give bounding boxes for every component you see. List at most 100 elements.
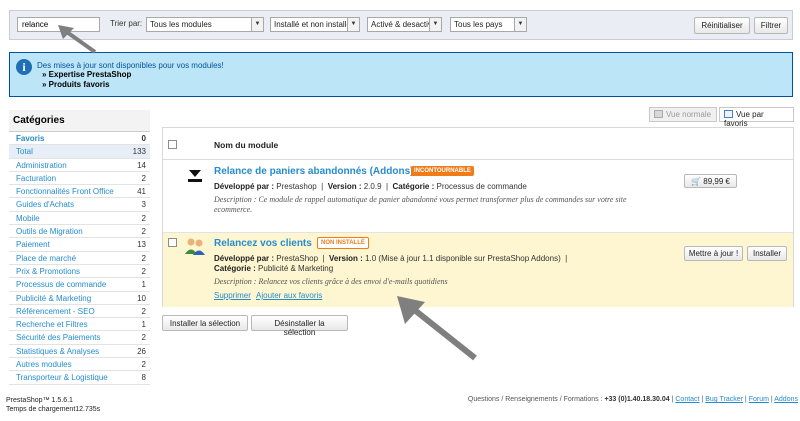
category-count: 2 (141, 333, 146, 343)
addons-link[interactable]: Addons (774, 396, 798, 403)
add-favorite-link[interactable]: Ajouter aux favoris (256, 291, 322, 300)
category-count: 133 (132, 147, 146, 157)
update-button[interactable]: Mettre à jour ! (684, 246, 743, 261)
category-count: 10 (137, 293, 146, 303)
chevron-down-icon: ▼ (251, 18, 263, 31)
category-item[interactable]: Prix & Promotions 2 (9, 265, 150, 279)
sort-label: Trier par: (110, 19, 143, 28)
category-label: Paiement (16, 240, 50, 250)
module-meta: Développé par : PrestaShop | Version : 1… (214, 254, 568, 263)
category-label: Total (16, 147, 33, 157)
version-label: Version : (327, 182, 362, 191)
category-count: 2 (141, 253, 146, 263)
category-item[interactable]: Guides d'Achats 3 (9, 198, 150, 212)
category-label: Transporteur & Logistique (16, 373, 108, 383)
category-label: Autres modules (16, 360, 72, 370)
category-item[interactable]: Recherche et Filtres 1 (9, 318, 150, 332)
normal-view-button[interactable]: Vue normale (649, 107, 717, 122)
install-select-value: Installé et non installé (274, 20, 351, 29)
category-item[interactable]: Processus de commande 1 (9, 278, 150, 292)
category-item[interactable]: Total 133 (9, 145, 150, 159)
category-item[interactable]: Fonctionnalités Front Office 41 (9, 185, 150, 199)
category-item[interactable]: Outils de Migration 2 (9, 225, 150, 239)
category-count: 2 (141, 266, 146, 276)
category-count: 2 (141, 306, 146, 316)
contact-link[interactable]: Contact (675, 396, 699, 403)
module-name-header: Nom du module (214, 140, 279, 150)
update-message: Des mises à jour sont disponibles pour v… (37, 61, 224, 70)
forum-link[interactable]: Forum (749, 396, 769, 403)
category-item[interactable]: Publicité & Marketing 10 (9, 292, 150, 305)
category-count: 2 (141, 173, 146, 183)
install-selection-button[interactable]: Installer la sélection (162, 315, 248, 331)
module-title[interactable]: Relance de paniers abandonnés (Addons) (214, 166, 413, 177)
category-label: Facturation (16, 173, 57, 183)
module-title[interactable]: Relancez vos clients (214, 238, 312, 249)
active-select[interactable]: Activé & desactivé ▼ (367, 17, 442, 32)
category-count: 2 (141, 213, 146, 223)
footer-info: PrestaShop™ 1.5.6.1 Temps de chargement1… (6, 396, 100, 414)
category-label: Administration (16, 160, 67, 170)
install-button[interactable]: Installer (747, 246, 787, 261)
filter-button[interactable]: Filtrer (754, 17, 788, 34)
country-select[interactable]: Tous les pays ▼ (450, 17, 527, 32)
category-label: Place de marché (16, 253, 77, 263)
grid-icon (654, 110, 663, 118)
category-item[interactable]: Paiement 13 (9, 238, 150, 252)
category-label: Catégorie : (214, 264, 256, 273)
category-item[interactable]: Référencement - SEO 2 (9, 305, 150, 319)
install-select[interactable]: Installé et non installé ▼ (270, 17, 360, 32)
category-count: 2 (141, 227, 146, 237)
category-item[interactable]: Administration 14 (9, 159, 150, 172)
categories-title: Catégories (9, 110, 150, 132)
buy-button[interactable]: 🛒 89,99 € (684, 174, 737, 188)
category-count: 3 (141, 200, 146, 210)
list-icon (724, 110, 733, 118)
normal-view-label: Vue normale (666, 110, 712, 119)
module-category: Catégorie : Publicité & Marketing (214, 264, 333, 273)
category-count: 41 (137, 187, 146, 197)
category-item[interactable]: Favoris 0 (9, 132, 150, 146)
select-all-checkbox[interactable] (168, 140, 177, 149)
category-count: 0 (141, 134, 146, 143)
module-checkbox[interactable] (168, 238, 177, 247)
reset-button[interactable]: Réinitialiser (694, 17, 750, 34)
footer-links: Questions / Renseignements / Formations … (467, 396, 798, 403)
bug-tracker-link[interactable]: Bug Tracker (705, 396, 743, 403)
category-label: Référencement - SEO (16, 306, 95, 316)
categories-panel: Catégories Favoris 0 Total 133 Administratio… (9, 110, 150, 385)
developer-value: Prestashop (276, 182, 317, 191)
uninstall-selection-button[interactable]: Désinstaller la sélection (251, 315, 348, 337)
category-item[interactable]: Transporteur & Logistique 8 (9, 371, 150, 385)
country-select-value: Tous les pays (454, 20, 503, 29)
price-value: 89,99 € (703, 176, 730, 186)
customers-icon (184, 237, 206, 255)
modules-table: Nom du module Relance de paniers abandon… (162, 127, 794, 307)
delete-link[interactable]: Supprimer (214, 291, 251, 300)
favorites-view-button[interactable]: Vue par favoris (719, 107, 794, 128)
update-banner: i Des mises à jour sont disponibles pour… (9, 52, 793, 97)
category-label: Fonctionnalités Front Office (16, 187, 114, 197)
favorites-products-link[interactable]: » Produits favoris (42, 80, 110, 89)
category-item[interactable]: Sécurité des Paiements 2 (9, 331, 150, 345)
module-row: Relancez vos clients NON INSTALLÉ Dévelo… (163, 233, 793, 307)
category-count: 13 (137, 240, 146, 250)
category-item[interactable]: Mobile 2 (9, 212, 150, 226)
category-item[interactable]: Place de marché 2 (9, 252, 150, 265)
modules-select[interactable]: Tous les modules ▼ (146, 17, 264, 32)
search-input[interactable] (17, 17, 100, 32)
category-label: Recherche et Filtres (16, 320, 88, 330)
category-value: Publicité & Marketing (258, 264, 334, 273)
active-select-value: Activé & desactivé (371, 20, 437, 29)
version-value: 2.0.9 (363, 182, 382, 191)
expertise-link[interactable]: » Expertise PrestaShop (42, 70, 131, 79)
prestashop-version: PrestaShop™ 1.5.6.1 (6, 397, 73, 404)
chevron-down-icon: ▼ (347, 18, 359, 31)
category-item[interactable]: Statistiques & Analyses 26 (9, 345, 150, 359)
category-label: Prix & Promotions (16, 266, 81, 276)
category-count: 8 (141, 373, 146, 383)
category-item[interactable]: Autres modules 2 (9, 358, 150, 372)
module-meta: Développé par : Prestashop | Version : 2… (214, 182, 527, 191)
category-label: Processus de commande (16, 280, 107, 290)
category-item[interactable]: Facturation 2 (9, 172, 150, 186)
